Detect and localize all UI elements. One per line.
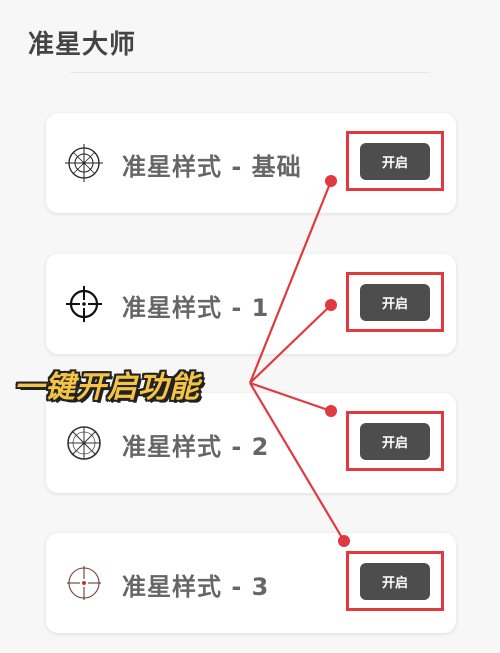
crosshair-style-2-icon [67, 426, 101, 460]
page-title: 准星大师 [28, 30, 137, 60]
highlight-frame: 开启 [346, 411, 444, 471]
callout-text: 一键开启功能 [14, 370, 200, 405]
highlight-frame: 开启 [346, 272, 444, 332]
header-divider [70, 72, 430, 73]
highlight-frame: 开启 [346, 131, 444, 191]
crosshair-label: 准星样式 - 2 [122, 433, 270, 461]
enable-button[interactable]: 开启 [360, 143, 430, 180]
enable-button[interactable]: 开启 [360, 563, 430, 600]
crosshair-basic-icon [65, 144, 103, 182]
crosshair-card-1: 准星样式 - 1 开启 [46, 254, 456, 354]
enable-button[interactable]: 开启 [360, 284, 430, 321]
crosshair-style-1-icon [66, 286, 102, 322]
crosshair-label: 准星样式 - 1 [122, 294, 270, 322]
enable-button[interactable]: 开启 [360, 423, 430, 460]
crosshair-card-2: 准星样式 - 2 开启 [46, 393, 456, 493]
crosshair-card-basic: 准星样式 - 基础 开启 [46, 113, 456, 213]
crosshair-label: 准星样式 - 3 [122, 573, 270, 601]
highlight-frame: 开启 [346, 551, 444, 611]
crosshair-style-3-icon [67, 566, 101, 600]
crosshair-card-3: 准星样式 - 3 开启 [46, 533, 456, 633]
crosshair-label: 准星样式 - 基础 [122, 153, 302, 181]
